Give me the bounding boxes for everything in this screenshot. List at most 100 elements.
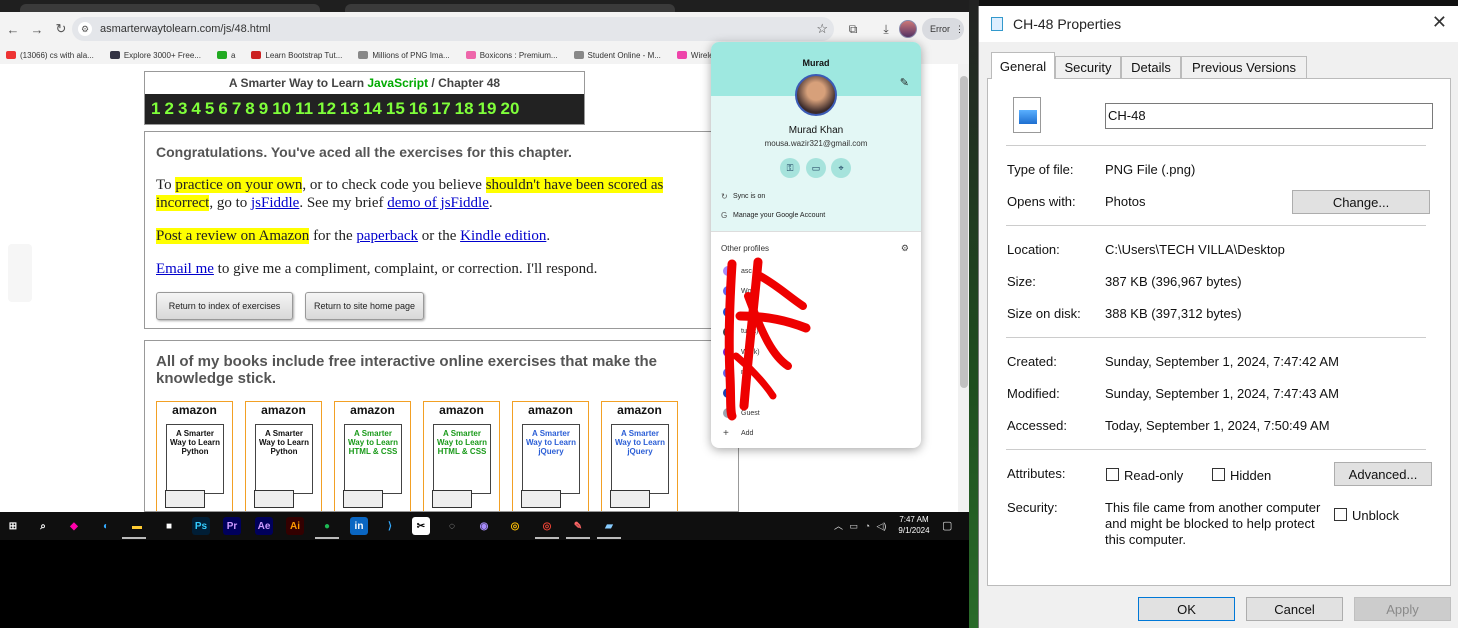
- book-card[interactable]: amazonA Smarter Way to Learn jQuery$19.9…: [512, 401, 589, 511]
- taskbar-clock[interactable]: 7:47 AM 9/1/2024: [896, 514, 932, 536]
- chapter-link-15[interactable]: 15: [386, 99, 405, 119]
- book-card[interactable]: amazonA Smarter Way to Learn HTML & CSS$…: [423, 401, 500, 511]
- book-card[interactable]: amazonA Smarter Way to Learn Python$19.9…: [156, 401, 233, 511]
- illustrator-icon[interactable]: Ai: [286, 517, 304, 535]
- chapter-link-8[interactable]: 8: [245, 99, 254, 119]
- edit-pencil-icon[interactable]: ✎: [900, 76, 909, 89]
- system-tray[interactable]: ︿ ▭ ◔ ◁): [834, 519, 886, 532]
- bookmark-item[interactable]: (13066) cs with ala...: [6, 51, 94, 60]
- store-icon[interactable]: ■: [160, 517, 178, 535]
- bookmark-item[interactable]: Boxicons : Premium...: [465, 51, 558, 60]
- chapter-link-19[interactable]: 19: [478, 99, 497, 119]
- tray-overflow-icon[interactable]: ︿: [834, 521, 843, 531]
- bookmark-item[interactable]: Learn Bootstrap Tut...: [251, 51, 342, 60]
- bookmark-item[interactable]: Student Online - M...: [573, 51, 661, 60]
- search-icon[interactable]: ⌕: [34, 517, 52, 535]
- sync-row[interactable]: ↻ Sync is on: [721, 192, 765, 201]
- spotify-icon[interactable]: ●: [318, 517, 336, 535]
- linkedin-icon[interactable]: in: [350, 517, 368, 535]
- chapter-link-9[interactable]: 9: [259, 99, 268, 119]
- close-icon[interactable]: ✕: [1432, 12, 1447, 33]
- bookmark-item[interactable]: Millions of PNG Ima...: [358, 51, 450, 60]
- demo-jsfiddle-link[interactable]: demo of jsFiddle: [387, 195, 489, 211]
- edge-icon[interactable]: ◐: [97, 517, 115, 535]
- passwords-key-icon[interactable]: ⚿: [780, 158, 800, 178]
- battery-icon[interactable]: ▭: [850, 521, 859, 531]
- chapter-link-13[interactable]: 13: [340, 99, 359, 119]
- tab-details[interactable]: Details: [1121, 56, 1181, 78]
- chapter-link-6[interactable]: 6: [218, 99, 227, 119]
- email-me-link[interactable]: Email me: [156, 261, 214, 277]
- browser-tab[interactable]: [345, 4, 675, 12]
- photos-icon[interactable]: ▰: [600, 517, 618, 535]
- file-explorer-icon[interactable]: ▬: [128, 517, 146, 535]
- manage-account-row[interactable]: G Manage your Google Account: [721, 211, 825, 220]
- browser-tab[interactable]: [20, 4, 320, 12]
- chapter-link-5[interactable]: 5: [205, 99, 214, 119]
- chapter-link-2[interactable]: 2: [164, 99, 173, 119]
- copilot-icon[interactable]: ◆: [65, 517, 83, 535]
- return-home-button[interactable]: Return to site home page: [305, 292, 424, 320]
- reload-icon[interactable]: ↻: [50, 18, 72, 40]
- error-menu-button[interactable]: Error ⋮: [922, 18, 964, 40]
- cancel-button[interactable]: Cancel: [1246, 597, 1343, 621]
- vscode-icon[interactable]: ⟩: [381, 517, 399, 535]
- bookmark-star-icon[interactable]: ☆: [816, 21, 828, 37]
- network-icon[interactable]: ◔: [865, 521, 870, 531]
- hidden-checkbox[interactable]: [1212, 468, 1225, 481]
- extensions-icon[interactable]: ⧉: [843, 19, 863, 39]
- chapter-link-7[interactable]: 7: [232, 99, 241, 119]
- addresses-pin-icon[interactable]: ⌖: [831, 158, 851, 178]
- tab-previous-versions[interactable]: Previous Versions: [1181, 56, 1307, 78]
- photoshop-icon[interactable]: Ps: [192, 517, 210, 535]
- back-icon[interactable]: ←: [2, 18, 24, 40]
- unblock-checkbox[interactable]: [1334, 508, 1347, 521]
- ok-button[interactable]: OK: [1138, 597, 1235, 621]
- github-icon[interactable]: ◉: [475, 517, 493, 535]
- scrollbar-thumb[interactable]: [960, 76, 968, 388]
- chapter-link-10[interactable]: 10: [272, 99, 291, 119]
- file-name-input[interactable]: CH-48: [1105, 103, 1433, 129]
- tab-general[interactable]: General: [991, 52, 1055, 79]
- chapter-link-16[interactable]: 16: [409, 99, 428, 119]
- download-icon[interactable]: ⤓: [876, 19, 896, 39]
- capcut-icon[interactable]: ✂: [412, 517, 430, 535]
- profile-avatar-button[interactable]: [899, 20, 917, 38]
- paperback-link[interactable]: paperback: [356, 228, 418, 244]
- bookmark-item[interactable]: Explore 3000+ Free...: [109, 51, 201, 60]
- chapter-link-18[interactable]: 18: [455, 99, 474, 119]
- book-card[interactable]: amazonA Smarter Way to Learn jQuery$7.99…: [601, 401, 678, 511]
- tab-security[interactable]: Security: [1055, 56, 1121, 78]
- after-effects-icon[interactable]: Ae: [255, 517, 273, 535]
- forward-icon[interactable]: →: [26, 18, 48, 40]
- chapter-link-20[interactable]: 20: [501, 99, 520, 119]
- chrome-icon[interactable]: ◎: [506, 517, 524, 535]
- bookmark-item[interactable]: a: [216, 51, 235, 60]
- chapter-link-11[interactable]: 11: [295, 99, 313, 119]
- manage-profiles-gear-icon[interactable]: ⚙: [901, 243, 909, 254]
- book-card[interactable]: amazonA Smarter Way to Learn HTML & CSS$…: [334, 401, 411, 511]
- paint-icon[interactable]: ✎: [569, 517, 587, 535]
- chapter-link-4[interactable]: 4: [191, 99, 200, 119]
- address-bar[interactable]: ⚙ asmarterwaytolearn.com/js/48.html ☆: [72, 17, 834, 41]
- premiere-icon[interactable]: Pr: [223, 517, 241, 535]
- chapter-link-12[interactable]: 12: [317, 99, 336, 119]
- advanced-button[interactable]: Advanced...: [1334, 462, 1432, 486]
- payment-card-icon[interactable]: ▭: [806, 158, 826, 178]
- chapter-link-17[interactable]: 17: [432, 99, 451, 119]
- book-card[interactable]: amazonA Smarter Way to Learn Python$7.99…: [245, 401, 322, 511]
- readonly-checkbox[interactable]: [1106, 468, 1119, 481]
- add-profile-row[interactable]: + Add: [723, 428, 753, 439]
- app-icon[interactable]: ◌: [443, 517, 461, 535]
- kindle-link[interactable]: Kindle edition: [460, 228, 546, 244]
- volume-icon[interactable]: ◁): [877, 521, 887, 531]
- apply-button[interactable]: Apply: [1354, 597, 1451, 621]
- jsfiddle-link[interactable]: jsFiddle: [251, 195, 299, 211]
- site-info-icon[interactable]: ⚙: [78, 22, 92, 36]
- change-button[interactable]: Change...: [1292, 190, 1430, 214]
- chapter-link-1[interactable]: 1: [151, 99, 160, 119]
- return-index-button[interactable]: Return to index of exercises: [156, 292, 293, 320]
- chrome-profile-icon[interactable]: ◎: [538, 517, 556, 535]
- chapter-link-3[interactable]: 3: [178, 99, 187, 119]
- start-icon[interactable]: ⊞: [4, 517, 22, 535]
